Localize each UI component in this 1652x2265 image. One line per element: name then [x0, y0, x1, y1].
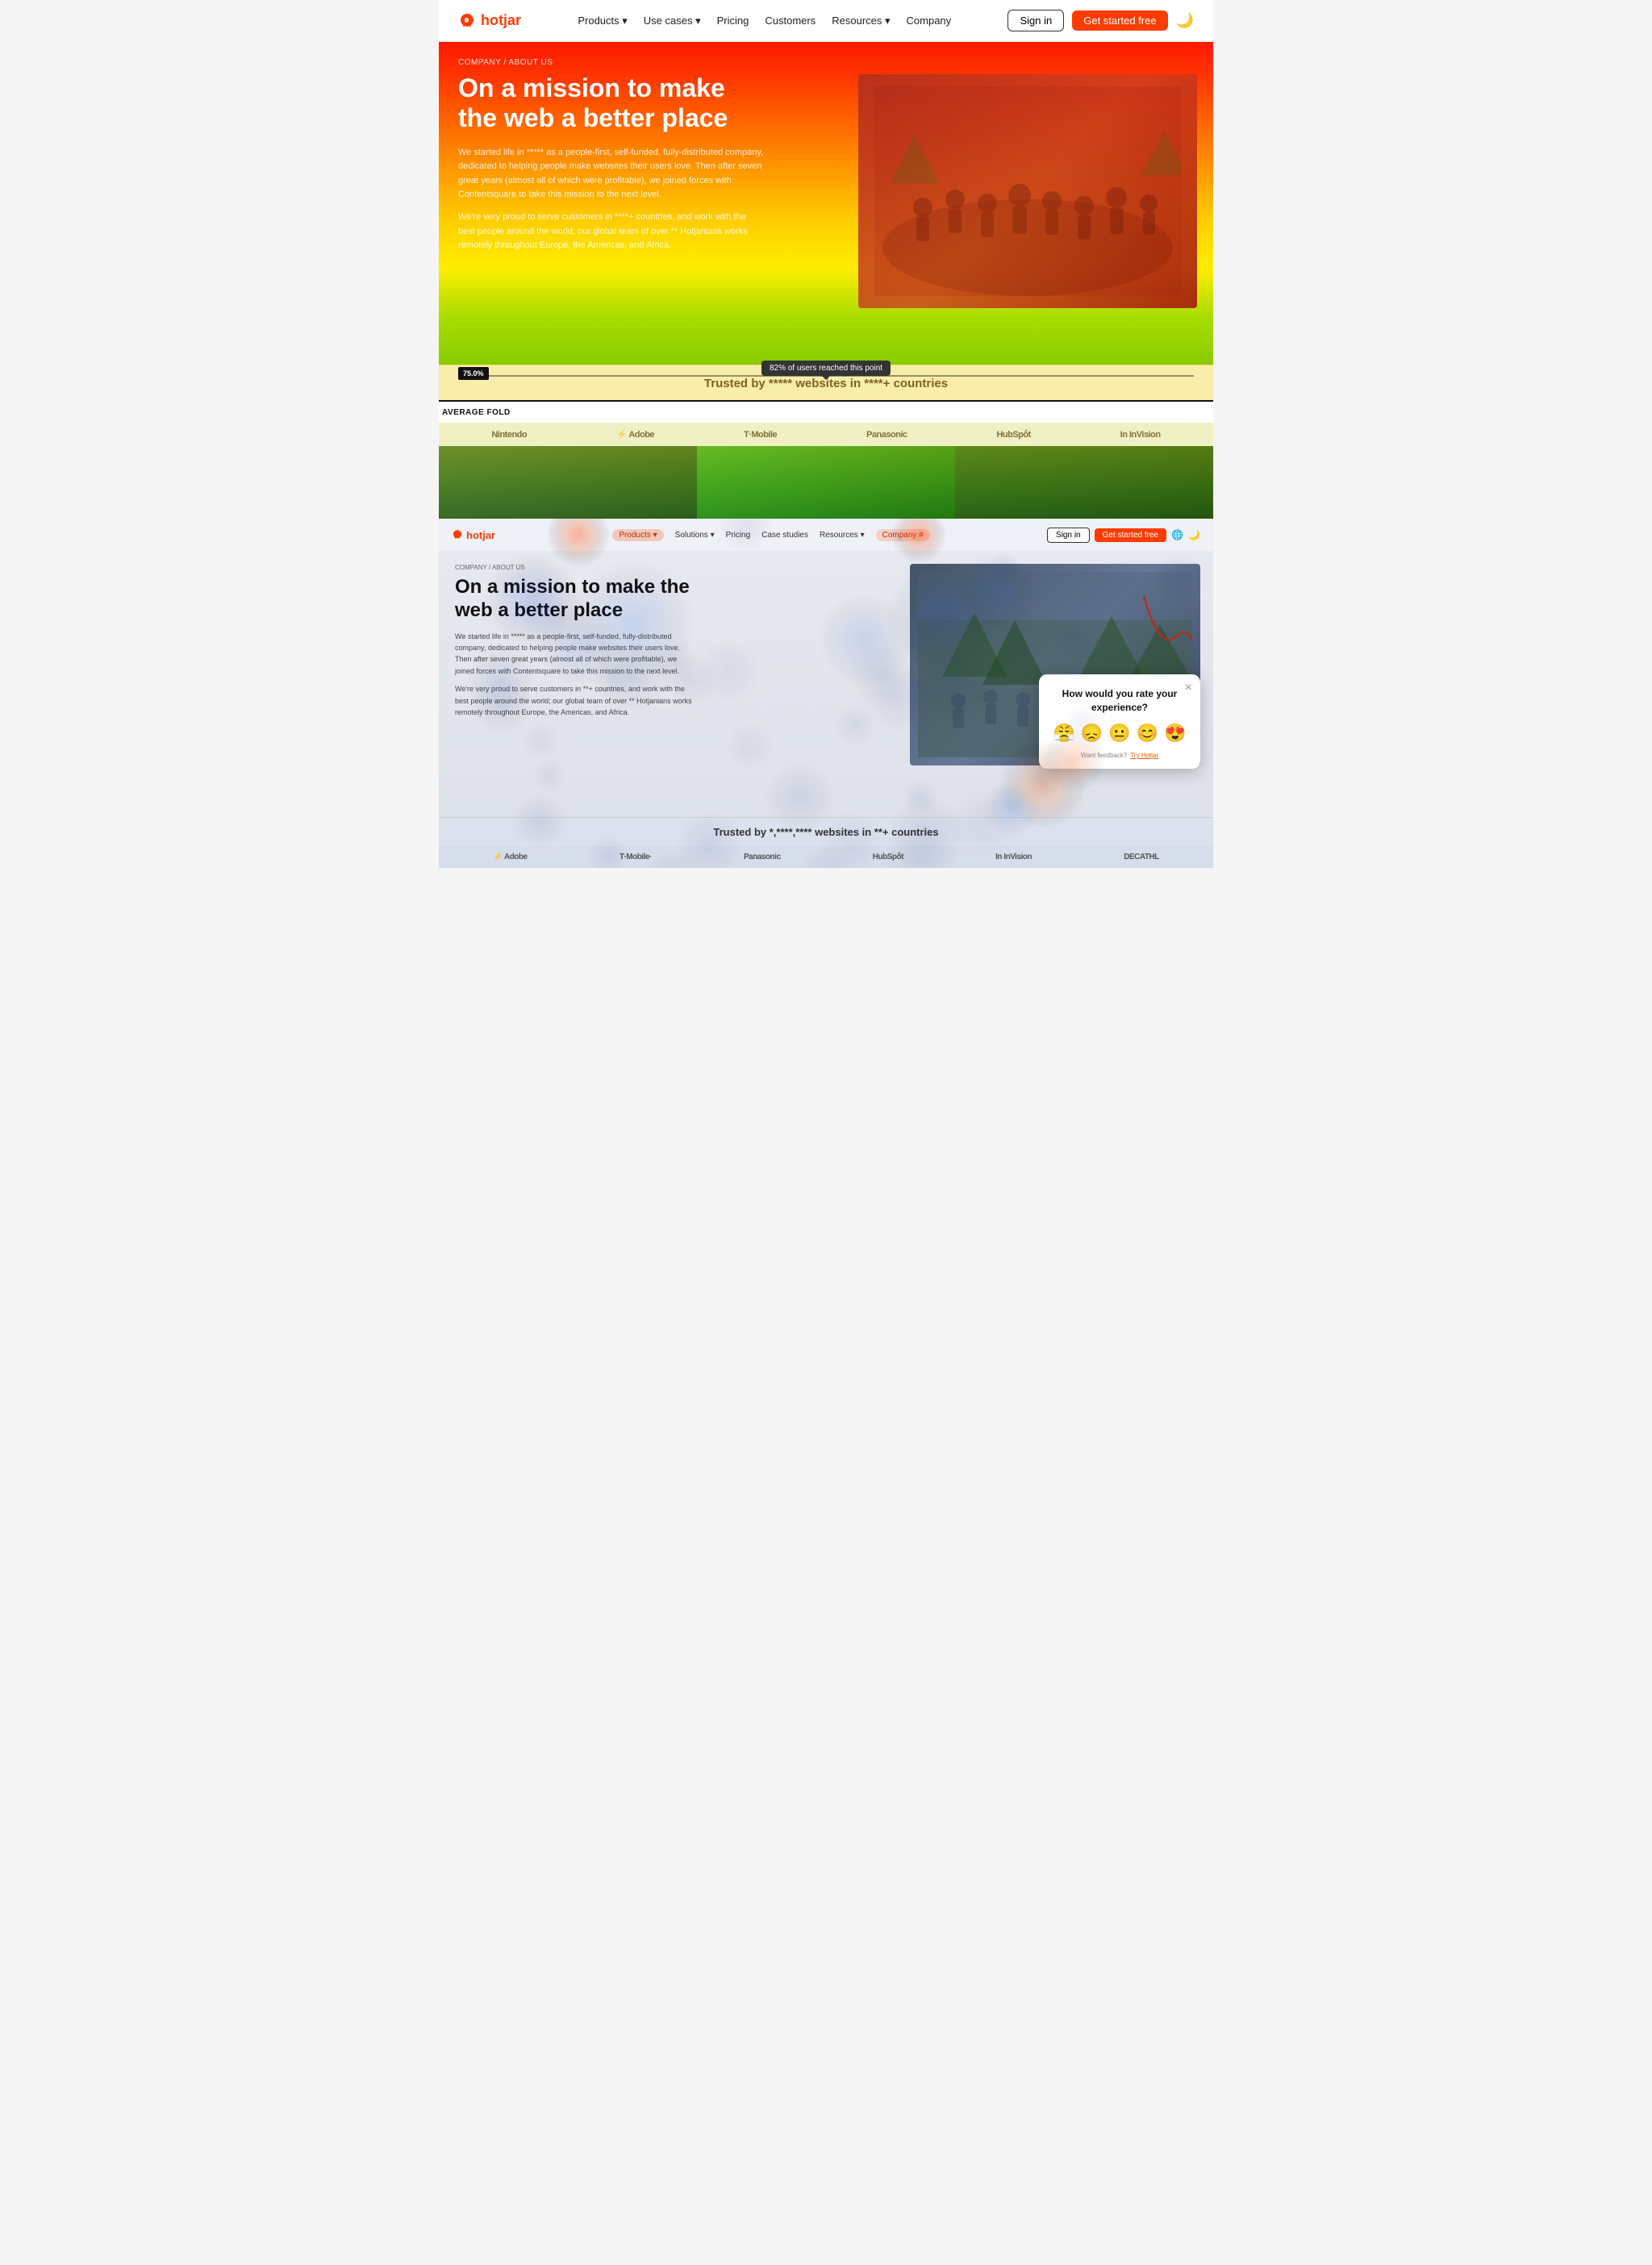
theme-toggle-icon[interactable]: 🌙	[1176, 12, 1194, 29]
bottom-logo-hubspot: HubSpṓt	[873, 853, 903, 861]
signin-button[interactable]: Sign in	[1007, 10, 1064, 31]
bottom-nav-pricing[interactable]: Pricing	[726, 531, 751, 540]
bottom-signin-button[interactable]: Sign in	[1047, 528, 1090, 543]
bottom-hotjar-icon	[452, 529, 463, 540]
bottom-page-wrapper: hotjar Products ▾ Solutions ▾ Pricing Ca…	[439, 519, 1213, 868]
survey-close-button[interactable]: ×	[1185, 681, 1192, 695]
scroll-line-container: 82% of users reached this point 75.0%	[458, 375, 1194, 377]
bottom-logo-adobe: ⚡ Adobe	[493, 853, 527, 861]
survey-emoji-angry[interactable]: 😤	[1053, 723, 1074, 744]
getstarted-button[interactable]: Get started free	[1072, 10, 1167, 31]
scroll-pct-badge: 75.0%	[458, 367, 489, 380]
bottom-hero-desc-1: We started life in ***** as a people-fir…	[455, 631, 697, 678]
nav-usecases[interactable]: Use cases ▾	[644, 15, 701, 27]
logo-tmobile: T·Mobile	[744, 430, 777, 440]
bottom-globe-icon[interactable]: 🌐	[1171, 529, 1183, 540]
survey-widget: × How would you rate your experience? 😤 …	[1039, 674, 1200, 769]
bottom-logo-tmobile: T·Mobile·	[620, 853, 652, 861]
nav-resources[interactable]: Resources ▾	[832, 15, 890, 27]
nav-links: Products ▾ Use cases ▾ Pricing Customers…	[578, 15, 951, 27]
bottom-trust-text: Trusted by *,****,**** websites in **+ c…	[458, 826, 1194, 838]
bottom-theme-icon[interactable]: 🌙	[1188, 529, 1200, 540]
clickmap-section: hotjar Products ▾ Solutions ▾ Pricing Ca…	[439, 519, 1213, 868]
bottom-hero: COMPANY / ABOUT US On a mission to make …	[439, 551, 1213, 817]
hero-desc-1: We started life in ***** as a people-fir…	[458, 146, 765, 202]
survey-emojis: 😤 😞 😐 😊 😍	[1050, 723, 1189, 744]
survey-footer-text: Want feedback?	[1081, 752, 1128, 759]
bottom-nav-links: Products ▾ Solutions ▾ Pricing Case stud…	[612, 529, 929, 541]
survey-emoji-sad[interactable]: 😞	[1081, 723, 1103, 744]
bottom-hero-title: On a mission to make the web a better pl…	[455, 576, 713, 623]
bottom-nav-casestudies[interactable]: Case studies	[761, 531, 808, 540]
nav-customers[interactable]: Customers	[765, 15, 816, 27]
hotjar-logo-icon	[458, 12, 476, 30]
nav-company[interactable]: Company	[907, 15, 952, 27]
bottom-nav-company[interactable]: Company #	[876, 529, 930, 541]
bottom-nav-resources[interactable]: Resources ▾	[820, 531, 865, 540]
survey-emoji-neutral[interactable]: 😐	[1108, 723, 1130, 744]
breadcrumb: COMPANY / ABOUT US	[458, 58, 1194, 67]
nav-products[interactable]: Products ▾	[578, 15, 627, 27]
scroll-tooltip: 82% of users reached this point	[761, 361, 891, 376]
bottom-logo-invision: In InVision	[995, 853, 1032, 861]
hero-desc-2: We're very proud to serve customers in *…	[458, 211, 765, 253]
scrollmap-top: COMPANY / ABOUT US On a mission to make …	[439, 42, 1213, 365]
survey-emoji-love[interactable]: 😍	[1164, 723, 1186, 744]
logo-nintendo: Nintendo	[491, 430, 527, 440]
bottom-logo-decathlon: DECATHL	[1124, 853, 1159, 861]
bottom-nav-solutions[interactable]: Solutions ▾	[675, 531, 715, 540]
logo-adobe: ⚡ Adobe	[616, 429, 654, 440]
avgfold-bar: AVERAGE FOLD	[439, 400, 1213, 423]
bottom-logo-panasonic: Panasonic	[744, 853, 781, 861]
logo-panasonic: Panasonic	[866, 430, 907, 440]
scroll-heatmap-section: COMPANY / ABOUT US On a mission to make …	[439, 42, 1213, 519]
green-img-1	[439, 446, 697, 519]
green-zone	[439, 446, 1213, 519]
bottom-navbar: hotjar Products ▾ Solutions ▾ Pricing Ca…	[439, 519, 1213, 551]
avgfold-label: AVERAGE FOLD	[442, 408, 511, 417]
page-content-top: COMPANY / ABOUT US On a mission to make …	[439, 42, 1213, 253]
survey-question: How would you rate your experience?	[1050, 687, 1189, 715]
logo[interactable]: hotjar	[458, 12, 521, 30]
hero-title: On a mission to make the web a better pl…	[458, 73, 765, 133]
logo-invision: In InVision	[1120, 430, 1161, 440]
survey-footer-link[interactable]: Try Hotjar	[1130, 752, 1158, 759]
bottom-page-bg: hotjar Products ▾ Solutions ▾ Pricing Ca…	[439, 519, 1213, 868]
survey-emoji-happy[interactable]: 😊	[1137, 723, 1158, 744]
bottom-nav-actions: Sign in Get started free 🌐 🌙	[1047, 528, 1200, 543]
bottom-logo: hotjar	[452, 529, 495, 541]
survey-footer: Want feedback? Try Hotjar	[1050, 752, 1189, 759]
top-navbar: hotjar Products ▾ Use cases ▾ Pricing Cu…	[439, 0, 1213, 42]
nav-pricing[interactable]: Pricing	[717, 15, 749, 27]
bottom-hero-desc-2: We're very proud to serve customers in *…	[455, 683, 697, 718]
bottom-nav-products[interactable]: Products ▾	[612, 529, 663, 541]
green-img-2	[697, 446, 955, 519]
logos-row-top: Nintendo ⚡ Adobe T·Mobile Panasonic HubS…	[439, 423, 1213, 446]
nav-actions: Sign in Get started free 🌙	[1007, 10, 1194, 31]
bottom-logos-row: ⚡ Adobe T·Mobile· Panasonic HubSpṓt In I…	[439, 846, 1213, 868]
green-images	[439, 446, 1213, 519]
bottom-trust-bar: Trusted by *,****,**** websites in **+ c…	[439, 817, 1213, 846]
green-img-3	[955, 446, 1213, 519]
trust-bar: 82% of users reached this point 75.0% Tr…	[439, 365, 1213, 400]
bottom-getstarted-button[interactable]: Get started free	[1095, 528, 1166, 542]
logo-hubspot: HubSpṓt	[996, 430, 1030, 440]
